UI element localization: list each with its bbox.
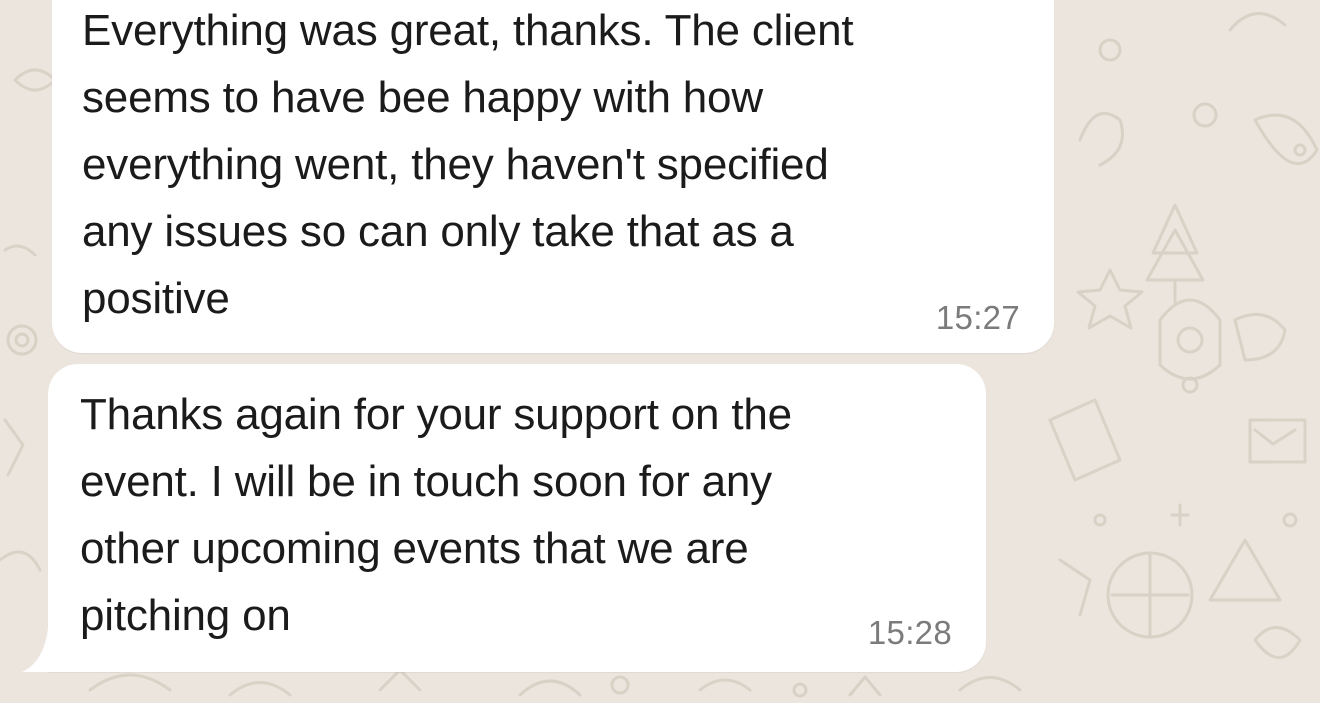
- message-text-1: Everything was great, thanks. The client…: [82, 0, 854, 332]
- message-line: event. I will be in touch soon for any: [80, 457, 772, 506]
- message-bubble-1[interactable]: Everything was great, thanks. The client…: [52, 0, 1054, 353]
- message-line: seems to have bee happy with how: [82, 73, 763, 122]
- message-timestamp-2: 15:28: [867, 614, 952, 651]
- message-line: Thanks again for your support on the: [80, 390, 792, 439]
- message-line: everything went, they haven't specified: [82, 140, 829, 189]
- message-timestamp-1: 15:27: [935, 299, 1020, 336]
- message-line: Everything was great, thanks. The client: [82, 6, 854, 55]
- message-line: any issues so can only take that as a: [82, 207, 794, 256]
- message-bubble-2[interactable]: Thanks again for your support on the eve…: [48, 364, 986, 672]
- message-line: positive: [82, 274, 230, 323]
- message-line: other upcoming events that we are: [80, 524, 749, 573]
- message-line: pitching on: [80, 591, 291, 640]
- message-text-2: Thanks again for your support on the eve…: [80, 381, 792, 649]
